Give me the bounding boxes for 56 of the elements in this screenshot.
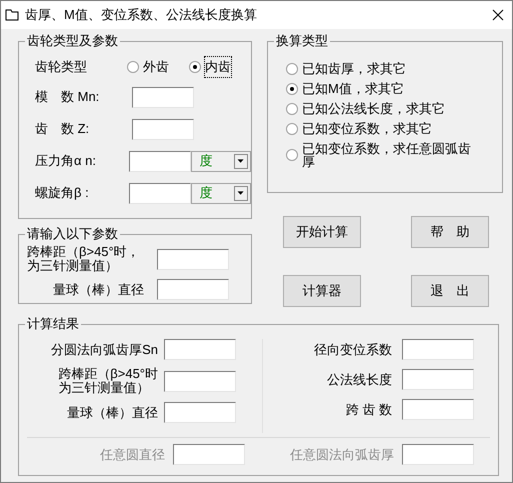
group-title: 计算结果 (25, 316, 81, 332)
radio-button[interactable] (286, 62, 298, 74)
radio-label: 已知变位系数，求任意圆弧齿厚 (302, 142, 472, 168)
radio-button[interactable] (286, 82, 298, 94)
group-title: 齿轮类型及参数 (25, 33, 120, 49)
window-title: 齿厚、M值、变位系数、公法线长度换算 (25, 6, 258, 24)
radio-button[interactable] (127, 61, 139, 73)
field-label: 压力角α n: (35, 152, 97, 170)
field-label: 分圆法向弧齿厚Sn (51, 342, 158, 356)
field-label: 齿轮类型 (35, 58, 88, 76)
action-button[interactable]: 帮 助 (411, 216, 489, 248)
input-field[interactable] (164, 339, 236, 360)
field-label: 量球（棒）直径 (67, 406, 158, 420)
input-field[interactable] (128, 150, 191, 172)
group-title: 请输入以下参数 (25, 226, 120, 242)
input-field[interactable] (402, 369, 474, 390)
radio-button[interactable] (286, 122, 298, 134)
input-field[interactable] (132, 118, 194, 140)
action-button[interactable]: 退 出 (411, 275, 489, 307)
action-button[interactable]: 计算器 (283, 275, 361, 307)
radio-label: 已知M值，求其它 (302, 82, 405, 95)
input-field[interactable] (402, 444, 474, 465)
field-label: 任意圆法向弧齿厚 (290, 448, 394, 462)
group-title: 换算类型 (274, 33, 330, 49)
input-field[interactable] (164, 402, 236, 423)
input-field[interactable] (128, 182, 191, 204)
input-field[interactable] (402, 399, 474, 420)
action-button[interactable]: 开始计算 (283, 216, 361, 248)
field-label: 跨棒距（β>45°时， 为三针测量值） (27, 245, 140, 273)
radio-button[interactable] (189, 61, 201, 73)
field-label: 模 数 Mn: (35, 88, 100, 106)
radio-label: 已知齿厚，求其它 (302, 62, 407, 75)
window-icon (5, 9, 19, 21)
unit-dropdown[interactable]: 度 (190, 182, 251, 204)
field-label: 公法线长度 (327, 372, 392, 386)
input-field[interactable] (402, 339, 474, 360)
radio-label: 已知公法线长度，求其它 (302, 102, 446, 115)
field-label: 任意圆直径 (100, 448, 165, 462)
radio-label: 内齿 (205, 57, 231, 77)
radio-label: 外齿 (143, 58, 169, 76)
input-field[interactable] (173, 444, 245, 465)
close-icon[interactable] (492, 9, 504, 21)
field-label: 齿 数 Z: (35, 120, 90, 138)
radio-label: 已知变位系数，求其它 (302, 122, 433, 135)
unit-dropdown[interactable]: 度 (190, 150, 251, 172)
field-label: 径向变位系数 (314, 342, 392, 356)
field-label: 跨棒距（β>45°时 为三针测量值） (58, 367, 158, 395)
radio-button[interactable] (286, 102, 298, 114)
radio-button[interactable] (286, 149, 298, 161)
field-label: 螺旋角β : (35, 184, 90, 202)
field-label: 跨 齿 数 (346, 402, 392, 416)
input-field[interactable] (157, 279, 229, 300)
field-label: 量球（棒）直径 (53, 282, 144, 296)
input-field[interactable] (164, 370, 236, 392)
input-field[interactable] (157, 248, 229, 270)
input-field[interactable] (132, 86, 194, 108)
